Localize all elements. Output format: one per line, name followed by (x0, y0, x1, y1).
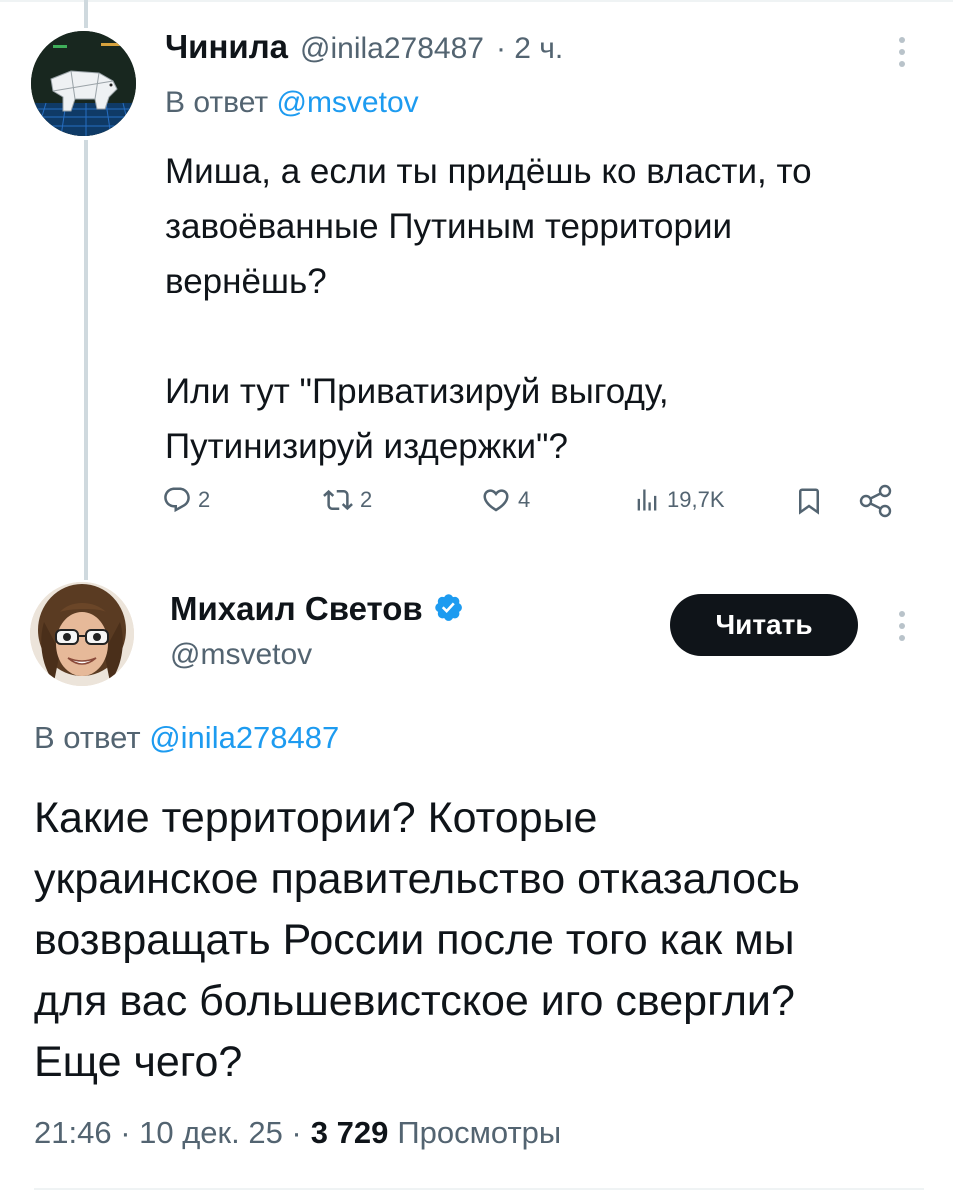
author-avatar[interactable] (31, 31, 136, 136)
more-icon[interactable] (890, 34, 914, 74)
person-avatar-icon (30, 582, 134, 686)
text-line: для вас большевистское иго свергли? (34, 977, 795, 1025)
share-button[interactable] (858, 484, 894, 518)
author-name[interactable]: Чинила (165, 28, 288, 66)
tweet-meta: 21:46 · 10 дек. 25 · 3 729 Просмотры (34, 1115, 561, 1151)
reply-prefix: В ответ (34, 720, 141, 755)
polar-bear-avatar-icon (31, 31, 136, 136)
author-name-row: Михаил Светов (170, 590, 467, 628)
bookmark-button[interactable] (794, 485, 824, 517)
views-label: Просмотры (397, 1115, 562, 1150)
more-icon[interactable] (890, 608, 914, 648)
text-line: Еще чего? (34, 1038, 243, 1086)
text-line: украинское правительство отказалось (34, 855, 800, 903)
reply-to-link[interactable]: @inila278487 (149, 720, 339, 755)
reply-tweet[interactable]: Чинила @inila278487 · 2 ч. В ответ @msve… (0, 0, 953, 560)
views-count: 19,7K (667, 487, 725, 512)
main-tweet-text: Какие территории? Которые украинское пра… (34, 788, 934, 1093)
retweet-action[interactable]: 2 (322, 485, 372, 515)
views-icon (637, 489, 657, 511)
like-action[interactable]: 4 (480, 485, 530, 515)
author-handle[interactable]: @inila278487 (300, 32, 484, 66)
reply-icon (164, 487, 190, 513)
author-handle[interactable]: @msvetov (170, 638, 312, 672)
reply-to-link[interactable]: @msvetov (276, 86, 418, 119)
reply-tweet-text: Миша, а если ты придёшь ко власти, то за… (165, 152, 812, 466)
reply-context: В ответ @inila278487 (34, 720, 339, 756)
reply-context: В ответ @msvetov (165, 86, 419, 120)
like-count: 4 (518, 487, 531, 512)
reply-count: 2 (198, 487, 211, 512)
author-name[interactable]: Михаил Светов (170, 590, 423, 628)
author-avatar[interactable] (30, 582, 134, 686)
retweet-icon (323, 489, 353, 511)
tweet-timestamp[interactable]: 21:46 · 10 дек. 25 · (34, 1115, 302, 1151)
reply-header: Чинила @inila278487 · 2 ч. (165, 28, 563, 70)
tweet-time[interactable]: · 2 ч. (496, 32, 563, 66)
main-tweet: Михаил Светов @msvetov Читать В ответ @i… (0, 570, 953, 1200)
follow-button[interactable]: Читать (670, 594, 858, 656)
like-icon (483, 489, 509, 512)
views-count: 3 729 (310, 1115, 389, 1150)
verified-badge-icon (434, 594, 462, 621)
text-line: возвращать России после того как мы (34, 916, 795, 964)
bookmark-icon (799, 488, 819, 515)
reply-prefix: В ответ (165, 86, 269, 119)
text-line: Какие территории? Которые (34, 794, 598, 842)
bottom-divider (34, 1188, 924, 1190)
reply-action[interactable]: 2 (162, 485, 210, 515)
retweet-count: 2 (360, 487, 373, 512)
views-action[interactable]: 19,7K (633, 485, 725, 515)
share-icon (859, 484, 892, 518)
